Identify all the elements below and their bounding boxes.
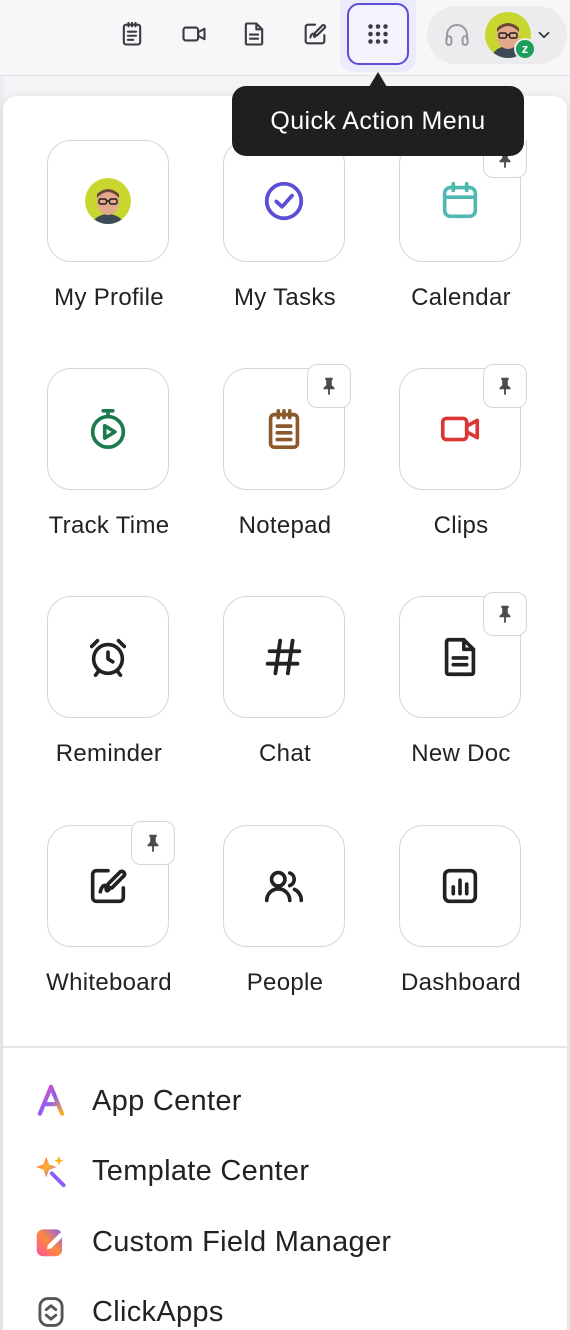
- video-clip-icon[interactable]: [174, 14, 214, 54]
- pin-icon[interactable]: [483, 364, 527, 408]
- tile-track-time[interactable]: [47, 368, 169, 490]
- grid-menu-icon[interactable]: [347, 3, 409, 65]
- template-center-icon: [30, 1150, 72, 1192]
- menu-item-label: App Center: [92, 1084, 242, 1117]
- alarm-clock-icon: [84, 633, 132, 681]
- tile-label: Track Time: [48, 512, 170, 539]
- menu-item-custom-field-manager[interactable]: Custom Field Manager: [30, 1218, 550, 1266]
- tooltip: Quick Action Menu: [232, 86, 524, 156]
- stopwatch-icon: [84, 405, 132, 453]
- tile-label: People: [246, 969, 324, 996]
- doc-icon[interactable]: [234, 14, 274, 54]
- tile-reminder[interactable]: [47, 596, 169, 718]
- notepad-icon: [260, 405, 308, 453]
- app-center-icon: [30, 1080, 72, 1122]
- clickapps-icon: [30, 1291, 72, 1330]
- chevron-down-icon[interactable]: [535, 26, 553, 44]
- dashboard-icon: [436, 862, 484, 910]
- tile-label: My Profile: [54, 284, 164, 311]
- notepad-icon[interactable]: [112, 14, 152, 54]
- tile-chat[interactable]: [223, 596, 345, 718]
- check-circle-icon: [260, 177, 308, 225]
- custom-field-icon: [30, 1221, 72, 1263]
- calendar-icon: [436, 177, 484, 225]
- doc-icon: [436, 633, 484, 681]
- pin-icon[interactable]: [307, 364, 351, 408]
- divider: [3, 1046, 567, 1048]
- menu-item-clickapps[interactable]: ClickApps: [30, 1288, 550, 1330]
- video-clip-icon: [436, 405, 484, 453]
- tile-people[interactable]: [223, 825, 345, 947]
- tile-my-tasks[interactable]: [223, 140, 345, 262]
- pin-icon[interactable]: [483, 592, 527, 636]
- tile-label: Dashboard: [400, 969, 522, 996]
- tile-label: Notepad: [238, 512, 332, 539]
- headset-icon[interactable]: [440, 18, 474, 52]
- menu-item-label: ClickApps: [92, 1295, 224, 1328]
- avatar: [84, 177, 132, 225]
- menu-item-label: Template Center: [92, 1154, 310, 1187]
- tile-label: My Tasks: [234, 284, 336, 311]
- status-badge: z: [514, 38, 536, 60]
- tile-label: Clips: [433, 512, 489, 539]
- tile-label: Calendar: [411, 284, 511, 311]
- menu-item-template-center[interactable]: Template Center: [30, 1147, 550, 1195]
- whiteboard-icon[interactable]: [295, 14, 335, 54]
- tile-label: Reminder: [55, 740, 163, 767]
- tile-label: Whiteboard: [46, 969, 172, 996]
- tile-label: Chat: [259, 740, 311, 767]
- pin-icon[interactable]: [131, 821, 175, 865]
- tooltip-arrow: [369, 72, 387, 87]
- tile-dashboard[interactable]: [399, 825, 521, 947]
- people-icon: [260, 862, 308, 910]
- whiteboard-icon: [84, 862, 132, 910]
- hashtag-icon: [260, 633, 308, 681]
- tile-my-profile[interactable]: [47, 140, 169, 262]
- tile-label: New Doc: [411, 740, 511, 767]
- menu-item-app-center[interactable]: App Center: [30, 1077, 550, 1125]
- menu-item-label: Custom Field Manager: [92, 1225, 392, 1258]
